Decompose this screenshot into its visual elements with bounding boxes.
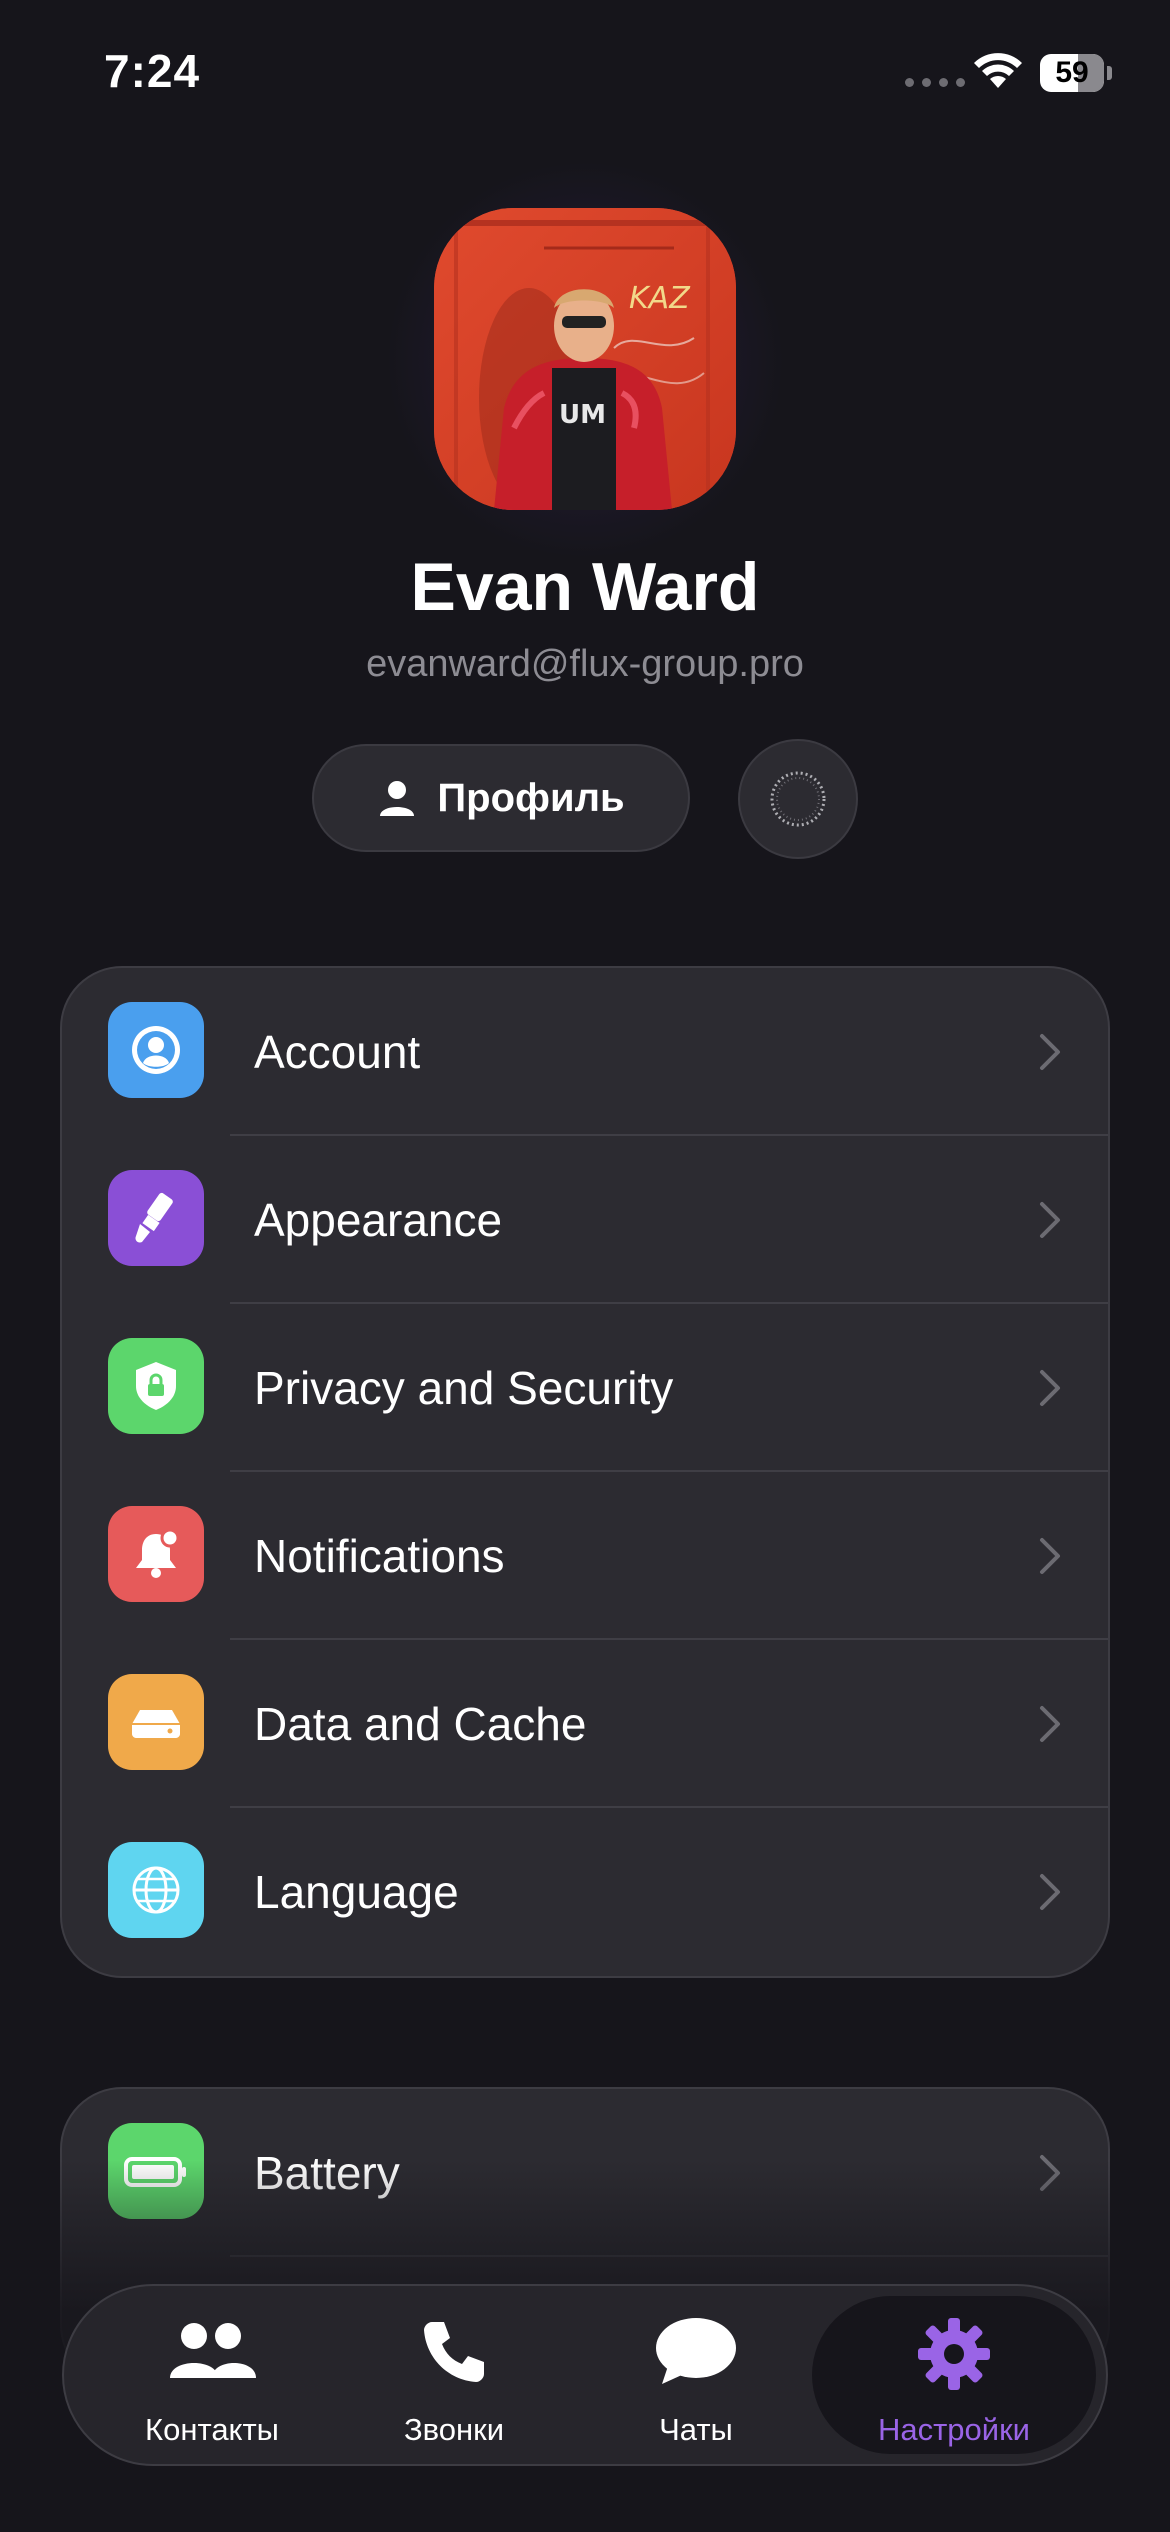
chat-bubble-icon — [656, 2318, 736, 2384]
tab-chats[interactable]: Чаты — [574, 2286, 818, 2464]
settings-row-appearance[interactable]: Appearance — [62, 1136, 1108, 1304]
settings-row-label: Account — [254, 1026, 421, 1078]
chevron-right-icon — [1040, 1034, 1060, 1070]
tab-label: Чаты — [659, 2412, 733, 2447]
signal-dots-icon — [905, 78, 965, 87]
paintbrush-icon — [108, 1170, 204, 1266]
svg-text:KAZ: KAZ — [629, 281, 691, 316]
tab-label: Звонки — [403, 2412, 505, 2447]
chevron-right-icon — [1040, 1202, 1060, 1238]
chevron-right-icon — [1040, 1874, 1060, 1910]
wifi-icon — [974, 53, 1022, 88]
profile-button[interactable]: Профиль — [312, 744, 690, 852]
settings-row-account[interactable]: Account — [62, 968, 1108, 1136]
settings-row-privacy[interactable]: Privacy and Security — [62, 1304, 1108, 1472]
tab-bar: Контакты Звонки Чаты Настройки — [62, 2284, 1108, 2466]
tab-settings[interactable]: Настройки — [812, 2296, 1096, 2454]
person-circle-icon — [108, 1002, 204, 1098]
settings-row-data-cache[interactable]: Data and Cache — [62, 1640, 1108, 1808]
tab-contacts[interactable]: Контакты — [90, 2286, 334, 2464]
battery-status-icon: 59 — [1040, 54, 1112, 92]
tab-calls[interactable]: Звонки — [332, 2286, 576, 2464]
chevron-right-icon — [1040, 1538, 1060, 1574]
gear-icon — [918, 2318, 990, 2390]
bell-badge-icon — [108, 1506, 204, 1602]
settings-row-label: Notifications — [254, 1530, 505, 1582]
profile-button-label: Профиль — [437, 775, 625, 820]
chevron-right-icon — [1040, 1706, 1060, 1742]
status-time: 7:24 — [104, 45, 201, 97]
settings-row-label: Data and Cache — [254, 1698, 587, 1750]
avatar-photo: KAZ UM — [434, 208, 736, 510]
loading-spinner-icon — [770, 771, 826, 827]
settings-row-label: Appearance — [254, 1194, 503, 1246]
drive-icon — [108, 1674, 204, 1770]
profile-email: evanward@flux-group.pro — [366, 643, 804, 685]
profile-name: Evan Ward — [410, 549, 760, 625]
chevron-right-icon — [1040, 1370, 1060, 1406]
tab-label: Контакты — [145, 2412, 279, 2447]
battery-percent: 59 — [1055, 56, 1089, 89]
phone-icon — [424, 2322, 484, 2382]
globe-icon — [108, 1842, 204, 1938]
settings-row-label: Language — [254, 1866, 459, 1918]
shield-lock-icon — [108, 1338, 204, 1434]
settings-group: Account Appearance Privacy and Security — [60, 966, 1110, 1978]
settings-row-notifications[interactable]: Notifications — [62, 1472, 1108, 1640]
tab-label: Настройки — [877, 2412, 1030, 2447]
person-icon — [380, 781, 415, 816]
settings-row-language[interactable]: Language — [62, 1808, 1108, 1976]
avatar[interactable]: KAZ UM — [434, 208, 736, 510]
svg-text:UM: UM — [559, 400, 606, 430]
status-bar: 7:24 59 — [0, 0, 1170, 150]
contacts-icon — [170, 2323, 256, 2378]
settings-row-label: Privacy and Security — [254, 1362, 674, 1414]
qr-code-button[interactable] — [738, 739, 858, 859]
